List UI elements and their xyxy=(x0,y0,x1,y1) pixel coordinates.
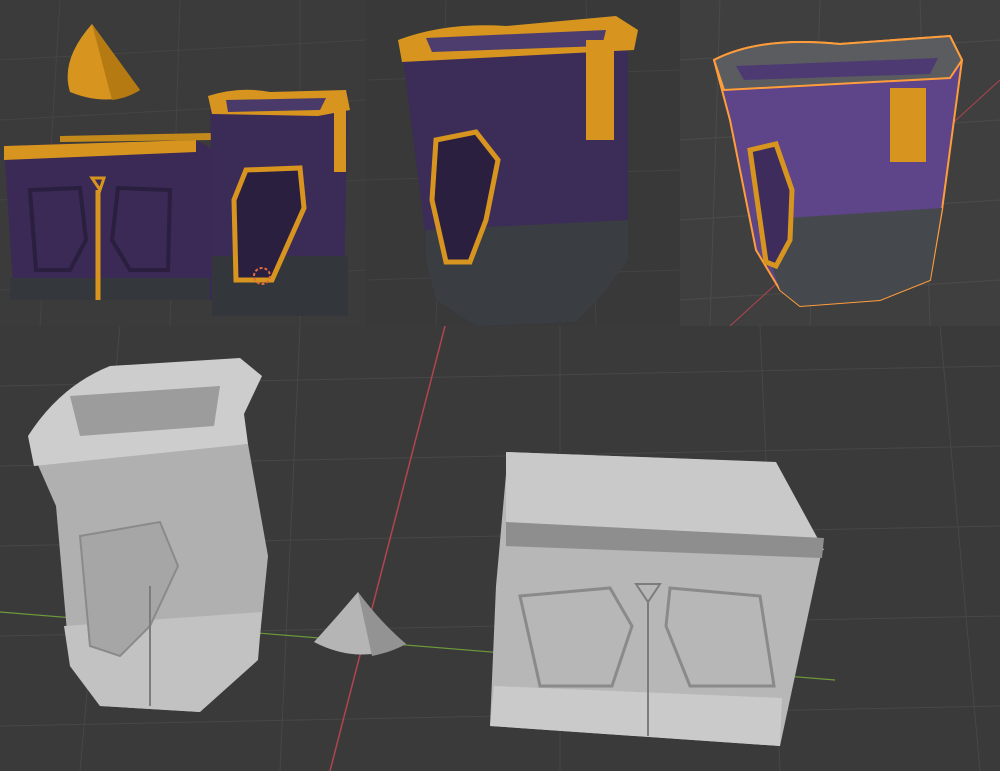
viewport-selected-crate[interactable] xyxy=(680,0,1000,326)
viewport-textured-tall-crate[interactable] xyxy=(366,0,680,326)
tall-crate-textured xyxy=(398,16,638,326)
clay-wide-crate xyxy=(490,452,824,746)
viewport-textured-pair[interactable] xyxy=(0,0,366,326)
viewport-untextured-sculpts[interactable] xyxy=(0,326,1000,771)
tall-crate-small xyxy=(208,89,350,316)
wide-crate xyxy=(4,133,214,300)
